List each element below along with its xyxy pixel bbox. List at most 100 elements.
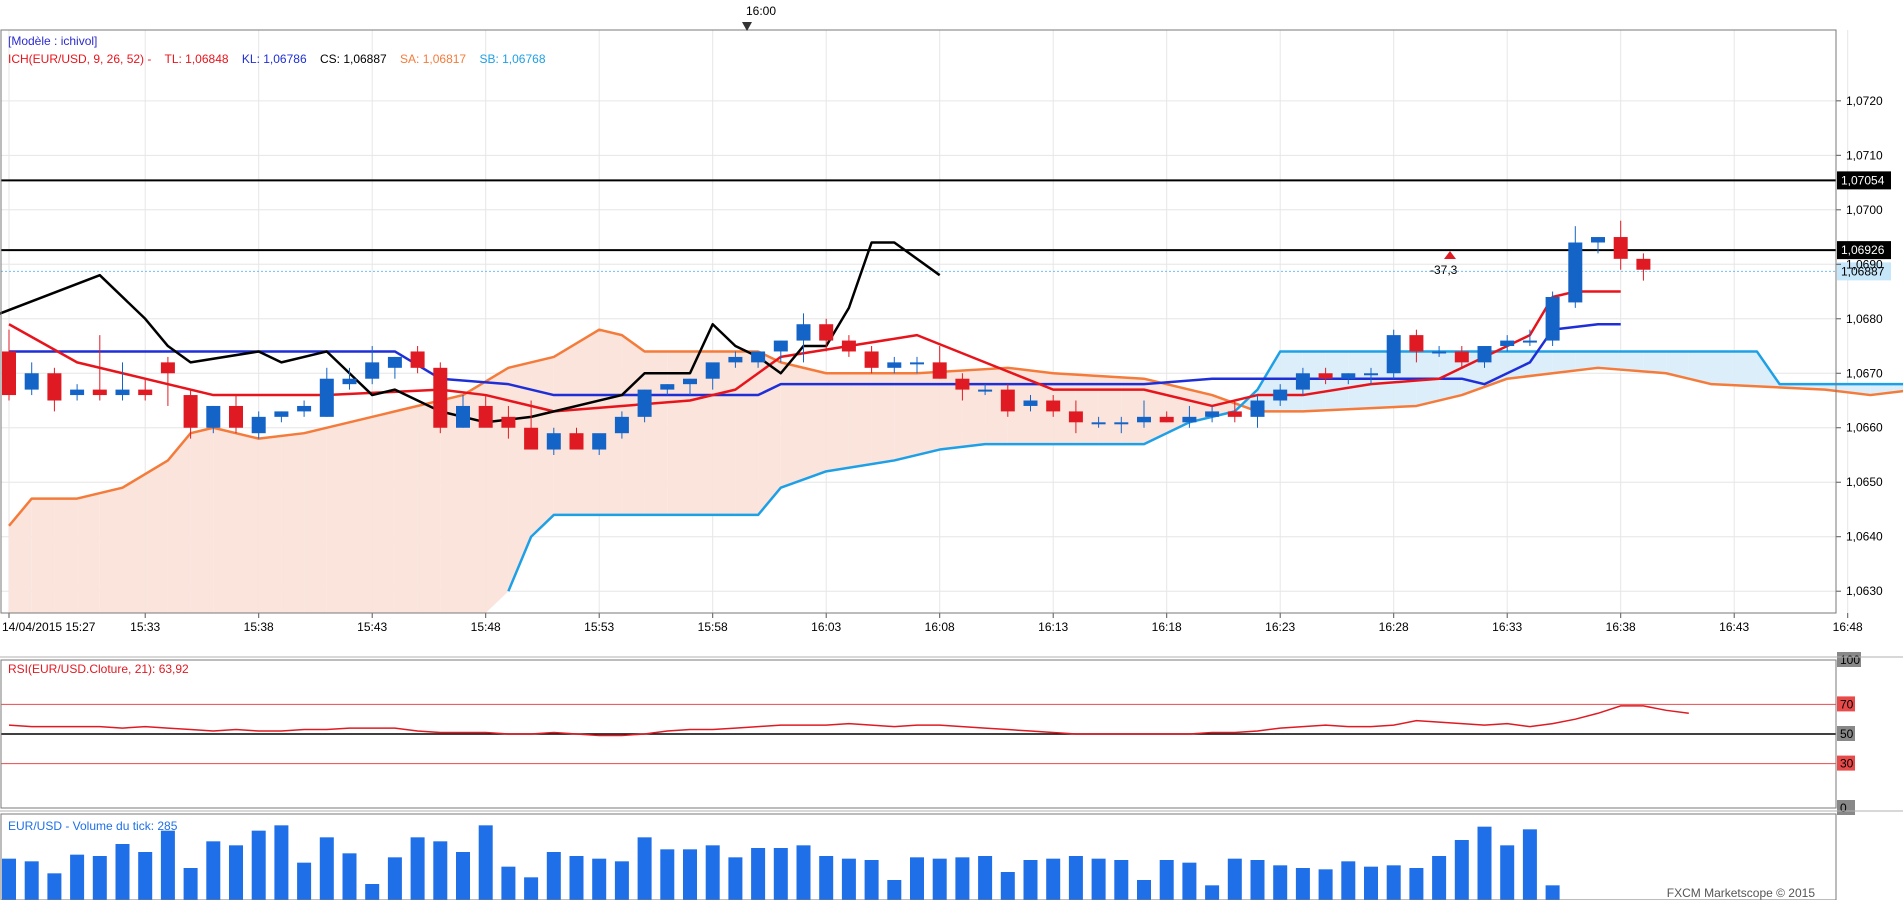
- y-tick-label: 1,0660: [1846, 421, 1883, 435]
- cloud-segment: [1620, 351, 1644, 372]
- legend-cs: CS: 1,06887: [320, 52, 387, 66]
- volume-bar: [683, 849, 697, 900]
- cloud-segment: [1734, 351, 1757, 387]
- candle-body: [1295, 373, 1310, 390]
- candle-body: [773, 340, 788, 352]
- rsi-tick-label: 100: [1840, 653, 1860, 667]
- candle-body: [1545, 296, 1560, 341]
- candle-body: [274, 411, 289, 417]
- rsi-label: RSI(EUR/USD.Cloture, 21): 63,92: [8, 662, 189, 676]
- volume-bar: [1409, 868, 1424, 900]
- volume-bar: [864, 860, 879, 900]
- candle-body: [728, 356, 743, 363]
- candle-body: [24, 373, 39, 390]
- cloud-segment: [99, 487, 123, 613]
- cloud-segment: [871, 373, 895, 465]
- cloud-segment: [1121, 377, 1144, 445]
- volume-bar: [501, 866, 516, 900]
- volume-bar: [705, 845, 720, 900]
- cloud-segment: [394, 405, 418, 613]
- candle-body: [319, 378, 334, 417]
- volume-bar: [910, 857, 924, 900]
- cloud-segment: [1711, 351, 1735, 386]
- candle-body: [115, 389, 130, 396]
- candle-body: [1636, 258, 1651, 270]
- y-tick-label: 1,0700: [1846, 203, 1883, 217]
- cloud-segment: [553, 343, 577, 515]
- cloud-segment: [167, 433, 191, 613]
- volume-bar: [1250, 860, 1265, 900]
- level-label: 1,06926: [1841, 243, 1885, 257]
- cloud-segment: [190, 427, 214, 613]
- volume-bar: [115, 844, 130, 900]
- candle-body: [1432, 351, 1447, 354]
- ichimoku-legend: ICH(EUR/USD, 9, 26, 52) - TL: 1,06848 KL…: [8, 52, 546, 66]
- candle-body: [501, 416, 516, 428]
- rsi-tick-label: 30: [1840, 757, 1854, 771]
- volume-bar: [1500, 845, 1515, 900]
- volume-bar: [1295, 868, 1310, 900]
- candle-body: [841, 340, 856, 352]
- chart-canvas: 1,070541,069261,06887 1007050300 1,06301…: [0, 0, 1903, 900]
- legend-ich: ICH(EUR/USD, 9, 26, 52) -: [8, 52, 151, 66]
- y-tick-label: 1,0680: [1846, 312, 1883, 326]
- volume-bar: [297, 862, 312, 900]
- candle-body: [297, 405, 312, 412]
- top-time-marker: 16:00: [746, 4, 776, 18]
- candle-body: [251, 416, 266, 434]
- candle-body: [1000, 389, 1015, 412]
- volume-bar: [1000, 872, 1015, 900]
- volume-bar: [138, 852, 153, 900]
- candle-body: [410, 351, 425, 368]
- volume-bar: [478, 825, 493, 900]
- volume-bar: [955, 857, 970, 900]
- volume-bar: [2, 858, 16, 900]
- volume-bar: [819, 856, 834, 900]
- cloud-segment: [1098, 375, 1122, 445]
- candle-body: [705, 362, 720, 379]
- cloud-segment: [1643, 351, 1667, 374]
- candle-body: [1386, 335, 1401, 374]
- legend-tl: TL: 1,06848: [165, 52, 229, 66]
- cloud-segment: [304, 427, 327, 613]
- candle-body: [1137, 416, 1151, 423]
- volume-bar: [433, 841, 448, 900]
- volume-bar: [1023, 860, 1038, 900]
- x-tick-label: 16:28: [1379, 620, 1409, 634]
- x-tick-label: 16:33: [1492, 620, 1522, 634]
- volume-bar: [387, 857, 402, 900]
- cloud-segment: [894, 373, 917, 461]
- x-tick-label: 16:48: [1833, 620, 1863, 634]
- model-label: [Modèle : ichivol]: [8, 34, 97, 48]
- candle-body: [1364, 373, 1378, 376]
- candle-body: [614, 416, 629, 434]
- volume-bar: [773, 848, 788, 900]
- volume-bar: [410, 837, 425, 900]
- volume-label: EUR/USD - Volume du tick: 285: [8, 819, 178, 833]
- candle-body: [1250, 400, 1265, 417]
- volume-bar: [637, 837, 652, 900]
- cloud-segment: [417, 400, 441, 613]
- x-tick-label: 15:33: [130, 620, 160, 634]
- candle-body: [365, 362, 380, 379]
- cloud-segment: [667, 351, 690, 515]
- y-tick-label: 1,0690: [1846, 257, 1883, 271]
- y-tick-label: 1,0630: [1846, 584, 1883, 598]
- footer-credit: FXCM Marketscope © 2015: [1667, 886, 1816, 900]
- candle-body: [206, 405, 221, 428]
- volume-bar: [1386, 865, 1401, 900]
- y-tick-label: 1,0710: [1846, 148, 1883, 162]
- candle-body: [683, 378, 697, 385]
- cloud-segment: [1529, 351, 1553, 376]
- candle-body: [138, 389, 153, 396]
- candle-body: [864, 351, 879, 368]
- cloud-segment: [54, 498, 78, 613]
- volume-bar: [1522, 829, 1537, 900]
- cloud-segment: [1348, 351, 1371, 410]
- volume-bar: [1273, 865, 1288, 900]
- candle-body: [47, 373, 62, 401]
- candle-body: [1227, 411, 1242, 417]
- cloud-segment: [576, 329, 600, 515]
- candle-body: [92, 389, 107, 396]
- volume-bar: [1318, 869, 1333, 900]
